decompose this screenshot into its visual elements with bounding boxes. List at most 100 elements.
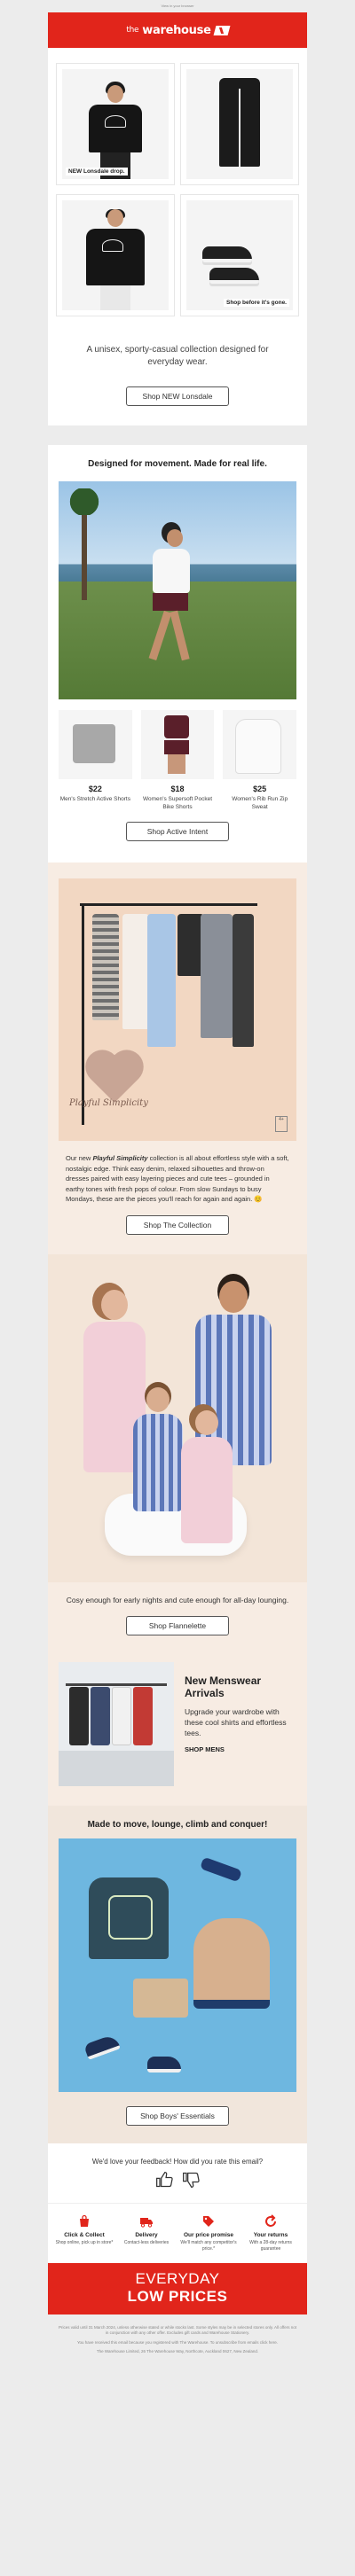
garment <box>92 914 119 1020</box>
usp-subtitle: Shop online, pick up in store* <box>55 2239 114 2245</box>
product-price: $18 <box>170 785 185 793</box>
menswear-title: New Menswear Arrivals <box>185 1674 262 1699</box>
usp-returns[interactable]: Your returns With a 28-day returns guara… <box>240 2213 302 2252</box>
active-products: $22 Men's Stretch Active Shorts $18 Wome… <box>48 699 307 811</box>
heart-icon <box>82 1052 146 1102</box>
model-figure <box>86 209 145 310</box>
photo-man-hoodie[interactable] <box>57 195 174 316</box>
lonsdale-grid: NEW Lonsdale drop. Shop before it's gone… <box>48 48 307 324</box>
floor <box>59 1750 174 1786</box>
photo-track-pants[interactable] <box>181 64 298 184</box>
section-divider <box>48 425 307 445</box>
flannelette-section: Cosy enough for early nights and cute en… <box>48 1253 307 1653</box>
product-card[interactable]: $18 Women's Supersoft Pocket Bike Shorts <box>140 710 215 811</box>
usp-subtitle: Contact-less deliveries <box>123 2239 170 2245</box>
product-card[interactable]: $22 Men's Stretch Active Shorts <box>59 710 132 811</box>
playful-heart-text: Playful Simplicity <box>69 1098 148 1108</box>
rack <box>66 1682 167 1686</box>
flannelette-caption: Cosy enough for early nights and cute en… <box>66 1595 289 1604</box>
bag-icon <box>77 2214 91 2229</box>
menswear-text: New Menswear Arrivals Upgrade your wardr… <box>185 1662 296 1756</box>
active-title: Designed for movement. Made for real lif… <box>88 459 267 469</box>
shop-active-intent-button[interactable]: Shop Active Intent <box>126 822 229 841</box>
email-container: View in your browser the warehouse NEW Lo… <box>48 0 307 2377</box>
kids-title: Made to move, lounge, climb and conquer! <box>87 1819 268 1830</box>
shop-boys-essentials-button[interactable]: Shop Boys' Essentials <box>126 2105 229 2126</box>
menswear-section: New Menswear Arrivals Upgrade your wardr… <box>48 1652 307 1806</box>
product-card[interactable]: $25 Women's Rib Run Zip Sweat <box>223 710 296 811</box>
flannelette-hero-image[interactable] <box>48 1253 307 1582</box>
shorts <box>133 1978 188 2018</box>
product-image <box>223 710 296 779</box>
usp-subtitle: With a 28-day returns guarantee <box>249 2239 292 2252</box>
tag-icon <box>201 2214 216 2229</box>
logo-mark-icon <box>213 25 231 35</box>
garment <box>122 914 149 1029</box>
product-image <box>59 710 132 779</box>
clothes-rack-icon <box>80 903 257 906</box>
sneakers-icon <box>202 246 259 289</box>
pants-figure <box>219 69 260 167</box>
page: View in your browser the warehouse NEW Lo… <box>0 0 355 2576</box>
shoe-icon <box>83 2033 121 2060</box>
girl-figure <box>181 1409 233 1543</box>
active-hero-image[interactable] <box>59 481 296 699</box>
palm-tree-icon <box>62 488 106 600</box>
footer: Prices valid until 31 March 2024, unless… <box>48 2314 307 2377</box>
age-badge-icon: 4+ <box>275 1116 288 1132</box>
photo-caption: Shop before it's gone. <box>224 299 289 307</box>
shop-mens-link[interactable]: SHOP MENS <box>185 1745 225 1753</box>
thumbs-up-icon[interactable] <box>155 2171 173 2189</box>
menswear-body: Upgrade your wardrobe with these cool sh… <box>185 1706 287 1737</box>
elp-line2: LOW PRICES <box>127 2287 228 2305</box>
shirt <box>91 1686 110 1745</box>
everyday-low-prices-banner[interactable]: EVERYDAY LOW PRICES <box>48 2262 307 2314</box>
menswear-image[interactable] <box>59 1661 174 1786</box>
menswear-row: New Menswear Arrivals Upgrade your wardr… <box>48 1653 307 1786</box>
footer-terms: Prices valid until 31 March 2024, unless… <box>59 2324 296 2336</box>
feedback-thumbs <box>48 2171 307 2203</box>
logo-main: warehouse <box>142 23 211 37</box>
thumbs-down-icon[interactable] <box>182 2171 200 2189</box>
kids-hero-image[interactable] <box>59 1838 296 2092</box>
elp-line1: EVERYDAY <box>135 2269 220 2287</box>
runner-figure <box>148 529 190 661</box>
usp-price-promise[interactable]: Our price promise We'll match any compet… <box>178 2214 240 2252</box>
shoe-icon <box>147 2056 181 2073</box>
shop-flannelette-button[interactable]: Shop Flannelette <box>126 1615 229 1635</box>
shirt <box>112 1686 131 1745</box>
shirt <box>69 1686 89 1745</box>
hoodie <box>193 1917 270 2009</box>
truck-icon <box>139 2214 154 2229</box>
product-image <box>140 710 215 779</box>
preheader-link[interactable]: View in your browser <box>48 0 307 12</box>
photo-woman-tee[interactable]: NEW Lonsdale drop. <box>57 64 174 184</box>
garment <box>147 914 176 1047</box>
garment <box>201 914 233 1038</box>
sunglasses-icon <box>199 1856 243 1882</box>
header-bar: the warehouse <box>48 12 307 48</box>
shop-collection-button[interactable]: Shop The Collection <box>126 1214 229 1235</box>
usp-subtitle: We'll match any competitor's price.* <box>180 2239 237 2252</box>
brand-logo[interactable]: the warehouse <box>126 23 231 37</box>
feedback-question: We'd love your feedback! How did you rat… <box>91 2157 264 2166</box>
logo-the: the <box>126 26 139 35</box>
footer-unsubscribe[interactable]: You have received this email because you… <box>57 2340 298 2346</box>
boy-figure <box>133 1386 183 1511</box>
usp-title: Delivery <box>135 2231 158 2238</box>
usp-delivery[interactable]: Delivery Contact-less deliveries <box>115 2214 178 2252</box>
product-name: Men's Stretch Active Shorts <box>59 796 130 802</box>
usp-title: Our price promise <box>184 2231 233 2238</box>
photo-sneakers[interactable]: Shop before it's gone. <box>181 195 298 316</box>
usp-click-collect[interactable]: Click & Collect Shop online, pick up in … <box>53 2214 115 2252</box>
shop-lonsdale-button[interactable]: Shop NEW Lonsdale <box>126 386 229 406</box>
product-name: Women's Supersoft Pocket Bike Shorts <box>142 796 213 810</box>
product-price: $22 <box>88 785 102 793</box>
product-name: Women's Rib Run Zip Sweat <box>232 796 288 810</box>
usp-title: Click & Collect <box>64 2231 105 2238</box>
lonsdale-intro: A unisex, sporty-casual collection desig… <box>86 345 269 367</box>
usp-row: Click & Collect Shop online, pick up in … <box>48 2202 307 2263</box>
dino-tee <box>89 1877 169 1959</box>
playful-hero-image[interactable]: Playful Simplicity 4+ <box>59 878 296 1141</box>
